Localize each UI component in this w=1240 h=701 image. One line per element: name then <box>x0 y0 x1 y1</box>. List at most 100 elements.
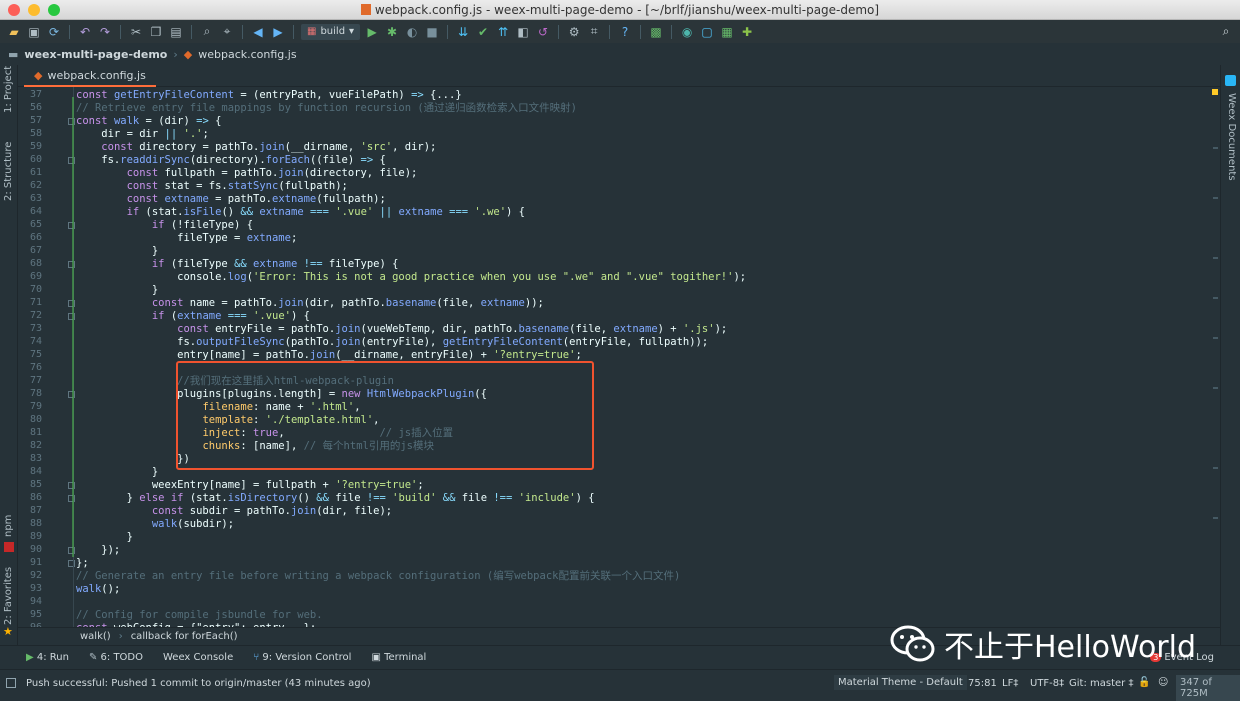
back-icon[interactable]: ◀ <box>250 24 266 40</box>
code-line: const subdir = pathTo.join(dir, file); <box>151 505 393 517</box>
run-icon[interactable]: ▶ <box>364 24 380 40</box>
layout-inspector-icon[interactable]: ▢ <box>699 24 715 40</box>
caret-position[interactable]: 75:81 <box>968 678 997 689</box>
status-message: Push successful: Pushed 1 commit to orig… <box>26 678 371 689</box>
memory-indicator[interactable]: 347 of 725M <box>1176 675 1240 701</box>
nav-file[interactable]: webpack.config.js <box>198 48 296 61</box>
help-icon[interactable]: ? <box>617 24 633 40</box>
code-line: } <box>76 531 133 543</box>
code-line: } <box>76 466 159 478</box>
code-line: }; <box>76 557 89 569</box>
breadcrumb-foreach[interactable]: callback for forEach() <box>131 631 238 642</box>
line-number: 70 <box>29 284 42 295</box>
settings-icon[interactable]: ⚙ <box>566 24 582 40</box>
copy-icon[interactable]: ❐ <box>148 24 164 40</box>
line-number: 89 <box>29 531 42 542</box>
run-config-icon: ▦ <box>307 25 317 37</box>
tool-todo[interactable]: ✎ 6: TODO <box>89 652 143 663</box>
tool-todo-label: 6: TODO <box>100 652 143 663</box>
theme-indicator[interactable]: Material Theme - Default <box>834 675 967 690</box>
git-branch[interactable]: Git: master ‡ <box>1069 678 1133 689</box>
weex-documents-tool-button[interactable]: Weex Documents <box>1226 93 1237 181</box>
debug-icon[interactable]: ✱ <box>384 24 400 40</box>
replace-icon[interactable]: ⌖ <box>219 24 235 40</box>
save-icon[interactable]: ▣ <box>26 24 42 40</box>
line-number: 74 <box>29 336 42 347</box>
search-everywhere-icon[interactable]: ⌕ <box>1218 24 1234 40</box>
open-folder-icon[interactable]: ▰ <box>6 24 22 40</box>
npm-tool-button[interactable]: npm <box>3 515 14 537</box>
hector-icon[interactable]: ☺ <box>1158 677 1168 688</box>
tool-terminal[interactable]: ▣ Terminal <box>371 652 426 663</box>
code-line: console.log('Error: This is not a good p… <box>76 271 747 283</box>
line-number: 62 <box>29 180 42 191</box>
qr-icon[interactable]: ▦ <box>719 24 735 40</box>
navigation-bar: ▬ weex-multi-page-demo › ◆ webpack.confi… <box>0 43 1240 65</box>
redo-icon[interactable]: ↷ <box>97 24 113 40</box>
code-line: } <box>76 245 159 257</box>
device-monitor-icon[interactable]: ◉ <box>679 24 695 40</box>
toolbar-separator <box>640 24 642 39</box>
file-encoding[interactable]: UTF-8‡ <box>1030 678 1064 689</box>
plugin-icon[interactable]: ✚ <box>739 24 755 40</box>
code-line: const walk = (dir) => { <box>76 115 222 127</box>
code-line: const name = pathTo.join(dir, pathTo.bas… <box>151 297 544 309</box>
line-number: 58 <box>29 128 42 139</box>
tool-run[interactable]: ▶ 4: Run <box>26 652 69 663</box>
paste-icon[interactable]: ▤ <box>168 24 184 40</box>
window-titlebar: webpack.config.js - weex-multi-page-demo… <box>0 0 1240 20</box>
run-configuration-select[interactable]: ▦ build ▾ <box>301 23 361 40</box>
code-line: const extname = pathTo.extname(fullpath)… <box>126 193 386 205</box>
toolbar-separator <box>447 24 449 39</box>
sdk-manager-icon[interactable]: ▩ <box>648 24 664 40</box>
code-editor[interactable]: 37 56 57 58 59 60 61 62 63 64 65 66 67 68 69 70 71 72 73 74… <box>18 87 1220 627</box>
structure-tool-button[interactable]: 2: Structure <box>3 142 14 201</box>
line-separator[interactable]: LF‡ <box>1002 678 1018 689</box>
favorites-tool-button[interactable]: 2: Favorites <box>3 567 14 625</box>
project-tool-button[interactable]: 1: Project <box>3 66 14 113</box>
tool-version-control[interactable]: ⑂ 9: Version Control <box>253 652 351 663</box>
line-number: 87 <box>29 505 42 516</box>
stripe-mark <box>1213 297 1218 299</box>
undo-icon[interactable]: ↶ <box>77 24 93 40</box>
line-number: 66 <box>29 232 42 243</box>
nav-project[interactable]: weex-multi-page-demo <box>24 48 167 61</box>
code-line: // Config for compile jsbundle for web. <box>76 609 323 621</box>
editor-tab-bar: ◆ webpack.config.js <box>18 65 1220 87</box>
stripe-mark <box>1213 517 1218 519</box>
vcs-revert-icon[interactable]: ↺ <box>535 24 551 40</box>
watermark-text: 不止于HelloWorld <box>944 630 1197 665</box>
line-number: 90 <box>29 544 42 555</box>
project-structure-icon[interactable]: ⌗ <box>586 24 602 40</box>
cut-icon[interactable]: ✂ <box>128 24 144 40</box>
error-stripe <box>1210 87 1220 627</box>
tool-weex-console[interactable]: Weex Console <box>163 652 233 663</box>
code-line: dir = dir || '.'; <box>76 128 209 140</box>
folder-icon: ▬ <box>8 47 19 61</box>
vcs-update-icon[interactable]: ⇊ <box>455 24 471 40</box>
coverage-icon[interactable]: ◐ <box>404 24 420 40</box>
line-number: 61 <box>29 167 42 178</box>
terminal-icon: ▣ <box>371 652 385 663</box>
code-line: if (!fileType) { <box>151 219 254 231</box>
maximize-window-button[interactable] <box>48 4 60 16</box>
line-number: 93 <box>29 583 42 594</box>
minimize-window-button[interactable] <box>28 4 40 16</box>
vcs-compare-icon[interactable]: ◧ <box>515 24 531 40</box>
line-number: 88 <box>29 518 42 529</box>
tab-webpack-config[interactable]: ◆ webpack.config.js <box>24 65 156 87</box>
vcs-push-icon[interactable]: ⇈ <box>495 24 511 40</box>
line-number: 92 <box>29 570 42 581</box>
find-icon[interactable]: ⌕ <box>199 24 215 40</box>
code-line: // Generate an entry file before writing… <box>76 570 681 582</box>
status-toggle-icon[interactable] <box>6 678 16 688</box>
line-number: 79 <box>29 401 42 412</box>
forward-icon[interactable]: ▶ <box>270 24 286 40</box>
toolbar-separator <box>69 24 70 39</box>
highlight-annotation-box <box>176 361 594 470</box>
breadcrumb-walk[interactable]: walk() <box>80 631 111 642</box>
stop-icon[interactable]: ■ <box>424 24 440 40</box>
sync-icon[interactable]: ⟳ <box>46 24 62 40</box>
close-window-button[interactable] <box>8 4 20 16</box>
vcs-commit-icon[interactable]: ✔ <box>475 24 491 40</box>
